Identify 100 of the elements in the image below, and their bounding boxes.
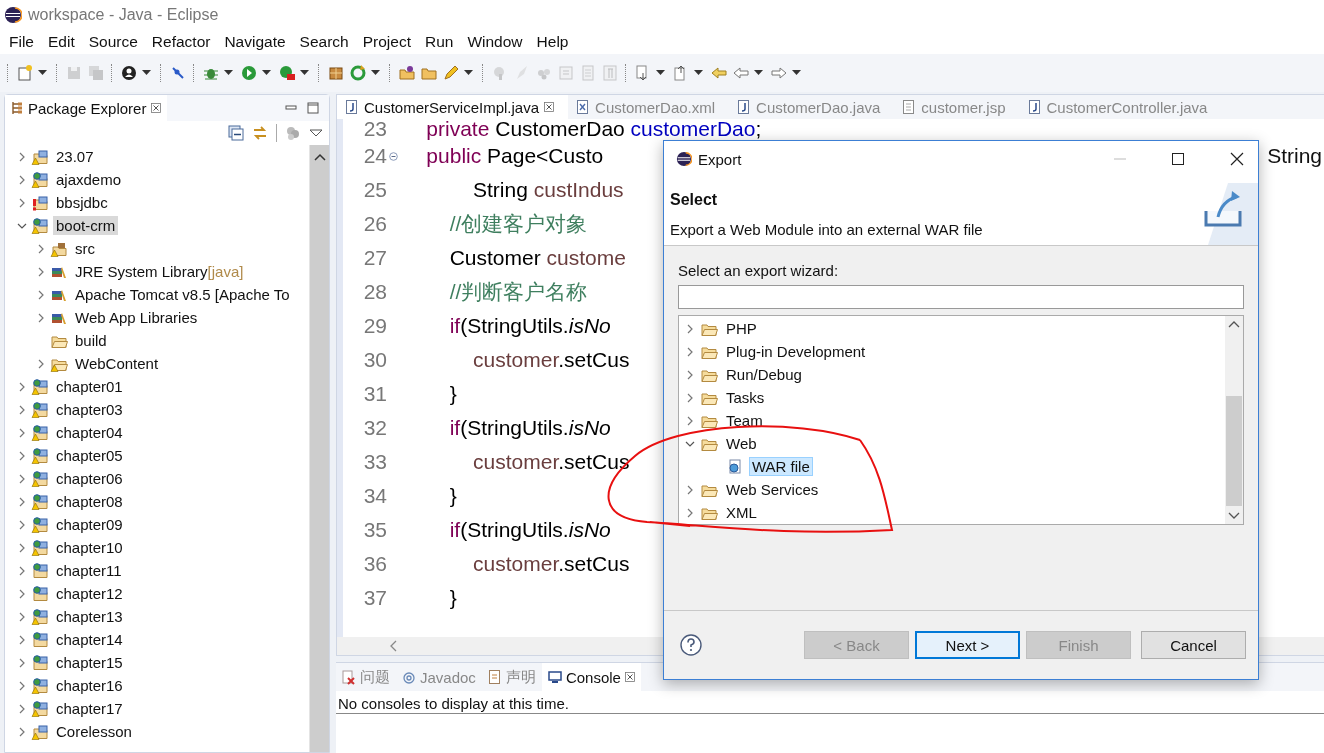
help-icon[interactable] [680,634,702,656]
caret-icon[interactable] [300,70,309,76]
view-tab[interactable]: Package Explorer [5,95,168,121]
chevron-right-icon[interactable] [685,346,695,357]
filter-icon[interactable] [285,125,301,141]
wizard-item[interactable]: XML [723,503,760,522]
tree-item[interactable]: src [72,239,98,258]
tree-item[interactable]: Apache Tomcat v8.5 [Apache To [72,285,293,304]
collapse-all-icon[interactable] [228,125,244,141]
chevron-right-icon[interactable] [17,634,27,645]
chevron-right-icon[interactable] [36,312,46,323]
caret-icon[interactable] [694,70,703,76]
scroll-left-icon[interactable] [389,640,397,652]
tree-item[interactable]: Web App Libraries [72,308,201,327]
menu-item[interactable]: Run [418,33,461,51]
chevron-right-icon[interactable] [17,726,27,737]
tree-item[interactable]: chapter16 [53,676,126,695]
chevron-right-icon[interactable] [17,450,27,461]
wizard-item[interactable]: Web [723,434,760,453]
caret-icon[interactable] [464,70,473,76]
wizard-item[interactable]: Web Services [723,480,822,499]
wizard-item[interactable]: WAR file [749,457,813,476]
tree-item[interactable]: Corelesson [53,722,135,741]
chevron-right-icon[interactable] [17,151,27,162]
tree-item[interactable]: chapter13 [53,607,126,626]
chevron-right-icon[interactable] [17,404,27,415]
wizard-item[interactable]: PHP [723,319,760,338]
tree-item[interactable]: chapter04 [53,423,126,442]
tree-item[interactable]: chapter05 [53,446,126,465]
caret-icon[interactable] [262,70,271,76]
tree-item[interactable]: bbsjdbc [53,193,111,212]
menu-item[interactable]: Search [292,33,356,51]
chevron-right-icon[interactable] [36,289,46,300]
tree-item[interactable]: chapter10 [53,538,126,557]
menu-item[interactable]: Help [529,33,576,51]
tree-item[interactable]: WebContent [72,354,162,373]
tree-item[interactable]: chapter03 [53,400,126,419]
scroll-up-icon[interactable] [313,153,326,161]
caret-icon[interactable] [792,70,801,76]
menu-item[interactable]: Navigate [217,33,293,51]
view-menu-icon[interactable] [309,128,323,138]
caret-icon[interactable] [38,70,47,76]
chevron-right-icon[interactable] [685,415,695,426]
tree-item[interactable]: chapter08 [53,492,126,511]
dialog-button[interactable]: Next > [915,631,1020,659]
wizard-item[interactable]: Plug-in Development [723,342,869,361]
close-icon[interactable] [624,672,635,682]
menu-item[interactable]: Window [460,33,530,51]
chevron-right-icon[interactable] [17,473,27,484]
close-icon[interactable] [544,102,555,112]
pencil-icon[interactable] [441,63,461,83]
tree-item[interactable]: ajaxdemo [53,170,125,189]
tree-item[interactable]: chapter01 [53,377,126,396]
caret-icon[interactable] [142,70,151,76]
chevron-right-icon[interactable] [17,565,27,576]
tree-item[interactable]: build [72,331,110,350]
chevron-right-icon[interactable] [17,657,27,668]
scroll-up-icon[interactable] [1228,320,1240,328]
chevron-right-icon[interactable] [685,484,695,495]
run-tool-icon[interactable] [277,63,297,83]
menu-item[interactable]: Edit [41,33,82,51]
maximize-icon[interactable] [1172,153,1184,165]
chevron-right-icon[interactable] [685,507,695,518]
close-icon[interactable] [151,103,162,113]
scroll-down-icon[interactable] [1228,512,1240,520]
chevron-right-icon[interactable] [17,703,27,714]
fold-icon[interactable] [388,151,398,161]
open-folder-icon[interactable] [397,63,417,83]
tree-item[interactable]: chapter06 [53,469,126,488]
tree-item[interactable]: chapter14 [53,630,126,649]
chevron-right-icon[interactable] [17,542,27,553]
wizard-item[interactable]: Team [723,411,766,430]
tree-item[interactable]: boot-crm [53,216,119,235]
tree-item[interactable]: 23.07 [53,147,97,166]
chevron-right-icon[interactable] [36,266,46,277]
menu-item[interactable]: Refactor [144,33,218,51]
chevron-right-icon[interactable] [17,588,27,599]
chevron-right-icon[interactable] [36,243,46,254]
user-icon[interactable] [119,63,139,83]
wizard-item[interactable]: Tasks [723,388,768,407]
wizard-item[interactable]: Run/Debug [723,365,805,384]
chevron-right-icon[interactable] [36,358,46,369]
view-tab[interactable]: Console [541,663,641,691]
chevron-right-icon[interactable] [685,369,695,380]
close-icon[interactable] [1230,152,1244,166]
editor-tab[interactable]: CustomerServiceImpl.java [337,95,569,119]
chevron-right-icon[interactable] [685,323,695,334]
menu-item[interactable]: File [2,33,41,51]
tree-item[interactable]: chapter12 [53,584,126,603]
caret-icon[interactable] [224,70,233,76]
run-icon[interactable] [239,63,259,83]
filter-field[interactable] [678,285,1244,309]
scroll-thumb[interactable] [1226,396,1242,506]
chevron-right-icon[interactable] [17,381,27,392]
scrollbar[interactable] [1225,316,1243,524]
chevron-right-icon[interactable] [17,680,27,691]
chevron-right-icon[interactable] [17,611,27,622]
tree-item[interactable]: JRE System Library[java] [72,262,247,281]
chevron-right-icon[interactable] [17,174,27,185]
chevron-right-icon[interactable] [17,197,27,208]
